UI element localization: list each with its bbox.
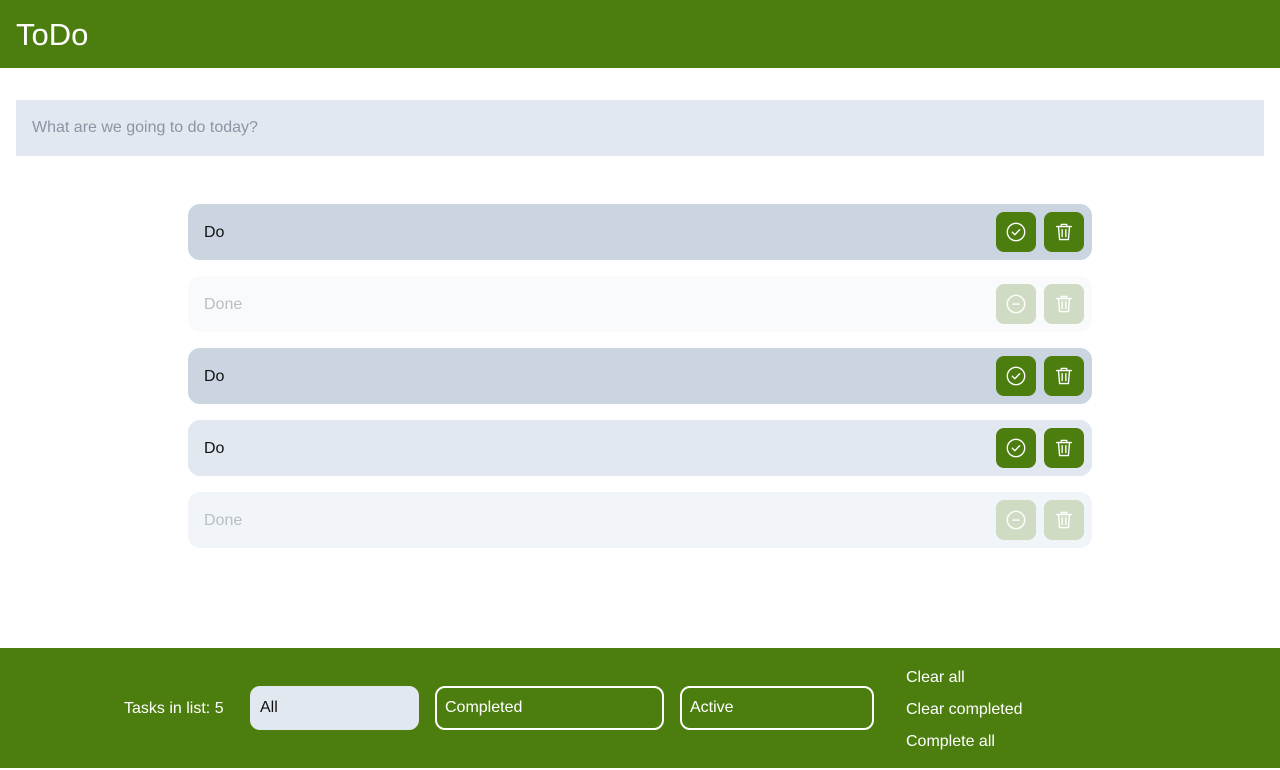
trash-icon (1055, 439, 1073, 457)
filter-completed-button[interactable]: Completed (435, 686, 664, 730)
delete-task-button[interactable] (1044, 284, 1084, 324)
task-item: Done (188, 492, 1092, 548)
task-item: Do (188, 420, 1092, 476)
trash-icon (1055, 223, 1073, 241)
task-item: Do (188, 204, 1092, 260)
complete-task-button[interactable] (996, 212, 1036, 252)
check-circle-icon (1006, 366, 1026, 386)
clear-all-button[interactable]: Clear all (906, 668, 965, 688)
minus-circle-icon (1006, 294, 1026, 314)
trash-icon (1055, 367, 1073, 385)
delete-task-button[interactable] (1044, 500, 1084, 540)
filter-all-button[interactable]: All (250, 686, 419, 730)
task-actions (996, 212, 1084, 252)
task-list: Do Done Do Do Done (188, 204, 1092, 564)
task-item: Do (188, 348, 1092, 404)
task-item: Done (188, 276, 1092, 332)
complete-task-button[interactable] (996, 356, 1036, 396)
new-task-input[interactable] (16, 100, 1264, 156)
complete-all-button[interactable]: Complete all (906, 732, 995, 752)
task-label: Do (204, 224, 225, 241)
task-count: Tasks in list: 5 (124, 700, 224, 717)
task-actions (996, 500, 1084, 540)
task-actions (996, 356, 1084, 396)
complete-task-button[interactable] (996, 428, 1036, 468)
delete-task-button[interactable] (1044, 428, 1084, 468)
minus-circle-icon (1006, 510, 1026, 530)
app-title: ToDo (16, 17, 89, 52)
task-actions (996, 428, 1084, 468)
app-header: ToDo (0, 0, 1280, 68)
task-label: Done (204, 296, 243, 313)
trash-icon (1055, 511, 1073, 529)
task-label: Do (204, 440, 225, 457)
task-label: Do (204, 368, 225, 385)
filter-active-button[interactable]: Active (680, 686, 874, 730)
delete-task-button[interactable] (1044, 356, 1084, 396)
uncomplete-task-button[interactable] (996, 500, 1036, 540)
delete-task-button[interactable] (1044, 212, 1084, 252)
check-circle-icon (1006, 222, 1026, 242)
task-actions (996, 284, 1084, 324)
trash-icon (1055, 295, 1073, 313)
check-circle-icon (1006, 438, 1026, 458)
app-footer: Tasks in list: 5 All Completed Active Cl… (0, 648, 1280, 768)
uncomplete-task-button[interactable] (996, 284, 1036, 324)
clear-completed-button[interactable]: Clear completed (906, 700, 1023, 720)
task-label: Done (204, 512, 243, 529)
